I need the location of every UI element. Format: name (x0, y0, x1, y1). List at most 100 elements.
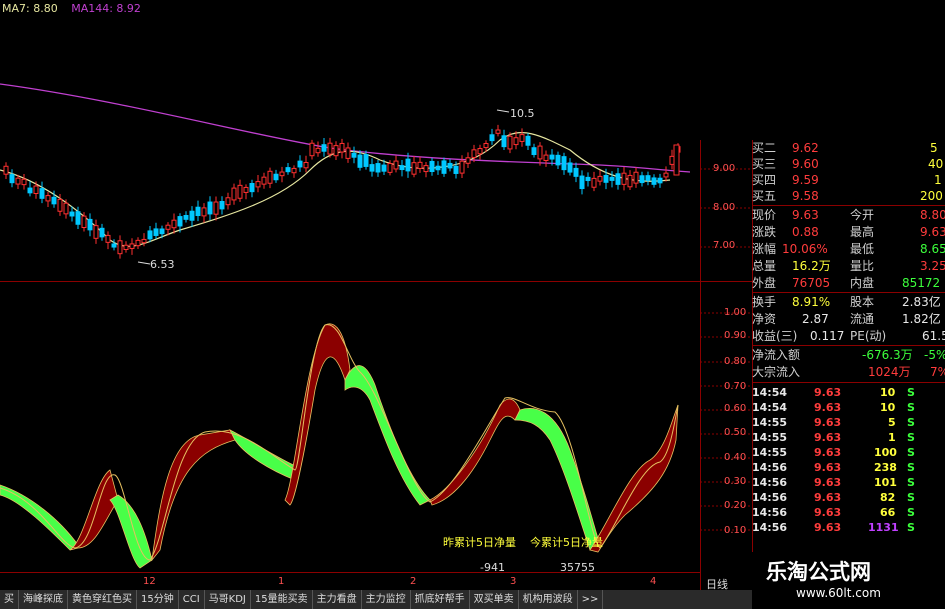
candle-body (297, 160, 303, 168)
candle-body (123, 244, 129, 251)
candle-body (279, 171, 285, 177)
tab-buy[interactable]: 买 (0, 590, 19, 609)
candle-body (579, 175, 585, 190)
candle-body (453, 165, 459, 174)
candle-body (639, 175, 645, 184)
candle-body (381, 164, 387, 172)
tab-main-watch[interactable]: 主力看盘 (313, 590, 362, 609)
tick-row: 14:55 9.63 1 S (752, 431, 915, 444)
candle-body (273, 173, 279, 181)
tab-more-button[interactable]: >> (578, 590, 604, 609)
candle-body (537, 145, 543, 160)
candle-body (429, 160, 435, 173)
indicator-band (429, 398, 521, 506)
high-price-annotation: 10.5 (510, 107, 535, 120)
tab-15-volume[interactable]: 15量能买卖 (251, 590, 313, 609)
candle-body (357, 154, 363, 168)
candle-body (483, 143, 489, 149)
panel-separator (752, 382, 945, 383)
low-price-annotation: 6.53 (150, 258, 175, 271)
candle-body (105, 234, 111, 243)
candle-body (435, 165, 441, 171)
candle-body (207, 201, 213, 215)
netflow-row: 净流入额-676.3万-5% (752, 348, 945, 362)
candle-body (633, 171, 639, 184)
chart-right-border (700, 140, 701, 590)
candle-body (591, 177, 597, 188)
tick-row: 14:56 9.63 238 S (752, 461, 915, 474)
tab-double-buy[interactable]: 双买单卖 (470, 590, 519, 609)
indicator-axis-label: 0.70 (724, 381, 747, 392)
quote-panel: 买二 9.62 5 买三 9.60 40 买四 9.59 1 买五 9.58 200 现价 9.6… (752, 140, 945, 580)
tab-cci[interactable]: CCI (179, 590, 205, 609)
tab-bottom-helper[interactable]: 抓底好帮手 (411, 590, 470, 609)
candle-body (249, 182, 255, 193)
candle-body (651, 177, 657, 185)
candle-body (501, 135, 507, 148)
tick-row: 14:56 9.63 101 S (752, 476, 915, 489)
x-axis-label: 4 (650, 576, 657, 587)
candle-body (201, 207, 207, 217)
quote-row: 涨幅 10.06% 最低 8.65 (752, 242, 945, 256)
tab-main-monitor[interactable]: 主力监控 (362, 590, 411, 609)
candle-body (615, 173, 621, 185)
candle-body (21, 178, 27, 186)
chart-canvas[interactable] (0, 0, 752, 590)
price-axis-label: 8.00 (713, 202, 736, 213)
low-pointer (137, 261, 151, 265)
candle-body (597, 175, 603, 182)
candle-body (375, 163, 381, 173)
indicator-band (589, 404, 679, 553)
high-pointer (496, 109, 510, 113)
candle-body (657, 177, 663, 184)
tab-yellow-cross-red[interactable]: 黄色穿红色买 (68, 590, 137, 609)
tick-row: 14:56 9.63 66 S (752, 506, 915, 519)
candle-body (255, 181, 261, 188)
value-prev-net: -941 (480, 561, 505, 574)
bid-row: 买四 9.59 1 (752, 173, 942, 187)
candle-body (369, 164, 375, 172)
indicator-axis-label: 0.30 (724, 476, 747, 487)
ma144-line (0, 83, 691, 173)
brand-url: www.60lt.com (796, 586, 881, 600)
candle-body (267, 170, 273, 184)
price-axis-label: 7.00 (713, 240, 736, 251)
quote-row: 现价 9.63 今开 8.80 (752, 208, 945, 222)
candle-body (111, 243, 117, 248)
candle-body (423, 165, 429, 173)
tab-haifeng[interactable]: 海峰探底 (19, 590, 68, 609)
quote-row: 收益(三) 0.117 PE(动) 61.5 (752, 329, 945, 343)
tab-mage-kdj[interactable]: 马哥KDJ (205, 590, 251, 609)
indicator-band (69, 469, 119, 551)
candle-body (237, 184, 243, 199)
candle-body (417, 161, 423, 169)
candle-body (327, 142, 333, 155)
bid-row: 买二 9.62 5 (752, 141, 938, 155)
tab-institution-band[interactable]: 机构用波段 (519, 590, 578, 609)
candle-body (81, 215, 87, 229)
candle-body (315, 147, 321, 154)
tick-row: 14:56 9.63 82 S (752, 491, 915, 504)
candle-body (213, 201, 219, 215)
indicator-axis-label: 0.90 (724, 330, 747, 341)
candle-body (621, 172, 627, 185)
kline-chart-area[interactable] (0, 0, 752, 590)
candle-body (3, 165, 9, 175)
candle-body (603, 174, 609, 183)
candle-body (27, 187, 33, 194)
candle-body (225, 197, 231, 206)
candle-body (405, 158, 411, 172)
indicator-band (229, 429, 301, 481)
candle-body (459, 160, 465, 174)
candle-body (117, 240, 123, 255)
formula-tab-bar: 买海峰探底 黄色穿红色买 15分钟 CCI 马哥KDJ 15量能买卖 主力看盘 主力监控 抓底好… (0, 590, 752, 609)
candle-body (195, 206, 201, 217)
indicator-band (0, 484, 79, 551)
quote-row: 总量 16.2万 量比 3.25 (752, 259, 945, 273)
indicator-axis-label: 0.20 (724, 500, 747, 511)
candle-body (87, 218, 93, 231)
candle-body (75, 211, 81, 225)
legend-today-net: 今累计5日净量 (530, 536, 603, 549)
tab-15min[interactable]: 15分钟 (137, 590, 179, 609)
indicator-band (109, 494, 153, 569)
